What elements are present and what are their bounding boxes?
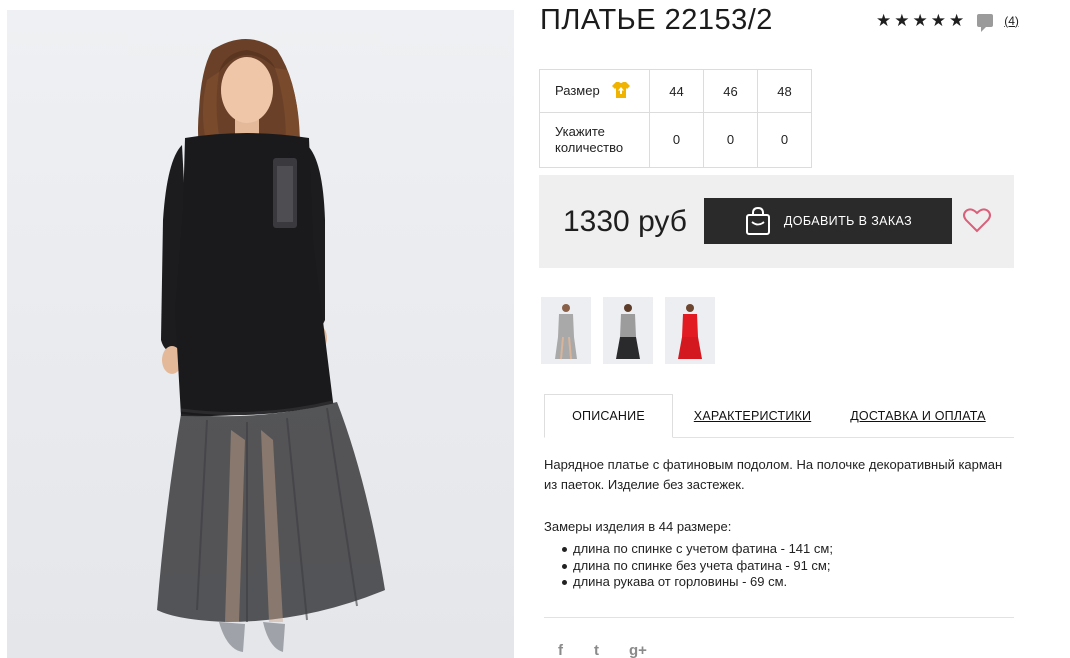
- star-icon: ★: [894, 11, 910, 30]
- quantity-label-line1: Укажите: [555, 124, 605, 139]
- star-icon: ★: [949, 11, 965, 30]
- thumbnail-image: [616, 304, 640, 359]
- quantity-label-line2: количество: [555, 140, 624, 155]
- product-main-image[interactable]: [7, 10, 514, 658]
- size-row: Размер 44 46 48: [539, 69, 812, 113]
- list-item: длина рукава от горловины - 69 см.: [562, 574, 833, 591]
- measurements-title: Замеры изделия в 44 размере:: [544, 519, 732, 534]
- quantity-input-44[interactable]: 0: [649, 112, 704, 168]
- size-value: 48: [757, 69, 812, 113]
- twitter-share-icon[interactable]: t: [594, 642, 599, 658]
- thumbnail-image: [678, 304, 702, 359]
- googleplus-share-icon[interactable]: g+: [629, 642, 647, 658]
- thumbnail-image: [555, 304, 577, 360]
- quantity-input-46[interactable]: 0: [703, 112, 758, 168]
- comment-icon[interactable]: [977, 14, 994, 32]
- model-illustration: [157, 39, 385, 652]
- product-rating[interactable]: ★ ★ ★ ★ ★ (4): [876, 11, 1019, 32]
- tab-description[interactable]: ОПИСАНИЕ: [544, 394, 673, 438]
- facebook-share-icon[interactable]: f: [558, 642, 563, 658]
- list-item: длина по спинке без учета фатина - 91 см…: [562, 558, 833, 575]
- product-title: ПЛАТЬЕ 22153/2: [540, 4, 773, 36]
- content-divider: [544, 617, 1014, 618]
- add-to-order-button[interactable]: ДОБАВИТЬ В ЗАКАЗ: [704, 198, 952, 244]
- tab-delivery-payment[interactable]: ДОСТАВКА И ОПЛАТА: [848, 394, 988, 438]
- tab-characteristics[interactable]: ХАРАКТЕРИСТИКИ: [686, 394, 819, 438]
- measurements-list: длина по спинке с учетом фатина - 141 см…: [562, 541, 833, 591]
- size-value: 44: [649, 69, 704, 113]
- thumbnail-gray-dress[interactable]: [541, 297, 591, 364]
- star-icon: ★: [876, 11, 892, 30]
- star-icon: ★: [930, 11, 946, 30]
- heart-icon: [963, 208, 991, 233]
- thumbnail-gray-black-dress[interactable]: [603, 297, 653, 364]
- quantity-row: Укажите количество 0 0 0: [539, 112, 812, 168]
- size-value: 46: [703, 69, 758, 113]
- shopping-bag-icon: [745, 206, 770, 235]
- product-description: Нарядное платье с фатиновым подолом. На …: [544, 457, 1003, 492]
- thumbnail-red-dress[interactable]: [665, 297, 715, 364]
- size-label: Размер: [555, 82, 600, 98]
- star-icon: ★: [912, 11, 928, 30]
- size-label-cell: Размер: [539, 69, 650, 113]
- list-item: длина по спинке с учетом фатина - 141 см…: [562, 541, 833, 556]
- size-quantity-table: Размер 44 46 48 Укажите количество 0 0 0: [539, 69, 812, 168]
- review-count-link[interactable]: (4): [1004, 14, 1019, 28]
- quantity-input-48[interactable]: 0: [757, 112, 812, 168]
- wishlist-button[interactable]: [962, 206, 992, 239]
- product-price: 1330 руб: [563, 205, 687, 238]
- add-to-order-label: ДОБАВИТЬ В ЗАКАЗ: [783, 214, 913, 228]
- size-guide-icon[interactable]: [611, 81, 631, 102]
- price-box: 1330 руб ДОБАВИТЬ В ЗАКАЗ: [539, 175, 1014, 268]
- quantity-label-cell: Укажите количество: [539, 112, 650, 168]
